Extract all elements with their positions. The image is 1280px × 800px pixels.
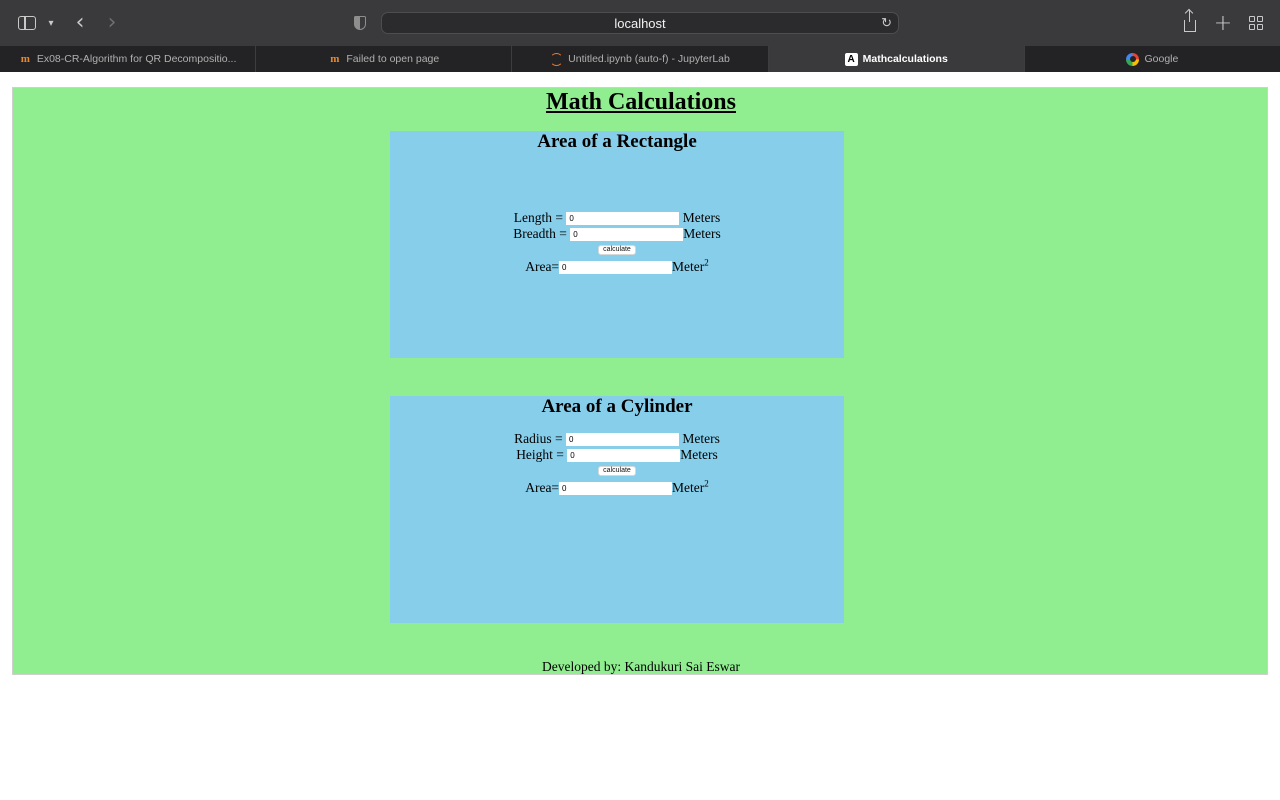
math-page: Math Calculations Area of a Rectangle Le… (12, 87, 1268, 675)
area-label: Area= (525, 259, 560, 274)
area-unit-exponent: 2 (704, 257, 709, 268)
tab-title: Mathcalculations (862, 53, 948, 65)
tab-qr-decomposition[interactable]: m Ex08-CR-Algorithm for QR Decompositio.… (0, 46, 257, 72)
address-text: localhost (614, 15, 666, 31)
new-tab-icon[interactable]: + (1213, 11, 1233, 36)
tab-title: Failed to open page (346, 53, 440, 65)
privacy-shield-icon[interactable] (352, 12, 368, 34)
length-row: Length = Meters (390, 210, 844, 226)
rectangle-button-row: calculate (390, 245, 844, 255)
cylinder-area-output[interactable] (559, 481, 673, 495)
tab-google[interactable]: Google (1025, 46, 1280, 72)
height-label: Height = (516, 447, 568, 462)
sidebar-toggle-icon[interactable] (16, 12, 38, 34)
radius-input[interactable] (566, 432, 679, 446)
forward-arrow-icon[interactable]: › (102, 12, 122, 34)
length-unit: Meters (679, 210, 721, 225)
tab-jupyterlab[interactable]: Untitled.ipynb (auto-f) - JupyterLab (512, 46, 769, 72)
back-arrow-icon[interactable]: ‹ (70, 12, 90, 34)
angular-icon: A (844, 52, 858, 66)
area-label: Area= (525, 480, 560, 495)
area-unit-text: Meter (672, 480, 705, 495)
tab-mathcalculations[interactable]: A Mathcalculations (768, 46, 1025, 72)
height-unit: Meters (680, 447, 718, 462)
area-unit: Meter2 (672, 478, 709, 496)
tab-title: Ex08-CR-Algorithm for QR Decompositio... (36, 53, 237, 65)
radius-label: Radius = (514, 431, 566, 446)
height-input[interactable] (567, 448, 681, 462)
tab-title: Google (1144, 53, 1179, 65)
area-unit: Meter2 (672, 257, 709, 275)
google-icon (1126, 52, 1140, 66)
breadth-row: Breadth = Meters (390, 226, 844, 242)
area-unit-exponent: 2 (704, 478, 709, 489)
rectangle-title: Area of a Rectangle (537, 131, 697, 152)
area-unit-text: Meter (672, 259, 705, 274)
rectangle-calculate-button[interactable]: calculate (598, 245, 636, 255)
breadth-label: Breadth = (513, 226, 571, 241)
page-title: Math Calculations (545, 89, 736, 115)
radius-unit: Meters (679, 431, 720, 446)
length-input[interactable] (566, 211, 680, 225)
radius-row: Radius = Meters (390, 431, 844, 447)
cylinder-calculator: Area of a Cylinder Radius = Meters Heigh… (390, 396, 844, 623)
jupyter-icon (550, 52, 564, 66)
length-label: Length = (513, 210, 567, 225)
chevron-down-icon[interactable]: ▾ (44, 12, 58, 34)
rectangle-area-output[interactable] (559, 260, 673, 274)
cylinder-area-row: Area= Meter2 (390, 478, 844, 496)
cylinder-button-row: calculate (390, 466, 844, 476)
mooc-icon: m (330, 53, 340, 65)
address-bar[interactable]: localhost ↻ (381, 12, 899, 34)
tab-title: Untitled.ipynb (auto-f) - JupyterLab (568, 53, 730, 65)
tab-failed-page[interactable]: m Failed to open page (256, 46, 513, 72)
cylinder-title: Area of a Cylinder (541, 396, 693, 417)
tab-overview-icon[interactable] (1247, 12, 1265, 34)
reload-icon[interactable]: ↻ (881, 15, 892, 31)
footer-credit: Developed by: Kandukuri Sai Eswar (542, 659, 740, 674)
mooc-icon: m (20, 53, 30, 65)
breadth-unit: Meters (683, 226, 721, 241)
breadth-input[interactable] (570, 227, 684, 241)
rectangle-area-row: Area= Meter2 (390, 257, 844, 275)
rectangle-calculator: Area of a Rectangle Length = Meters Brea… (390, 131, 844, 358)
height-row: Height = Meters (390, 447, 844, 463)
cylinder-calculate-button[interactable]: calculate (598, 466, 636, 476)
share-icon[interactable] (1180, 10, 1200, 34)
browser-toolbar: ▾ ‹ › localhost ↻ + (0, 0, 1280, 46)
tab-bar: m Ex08-CR-Algorithm for QR Decompositio.… (0, 46, 1280, 72)
